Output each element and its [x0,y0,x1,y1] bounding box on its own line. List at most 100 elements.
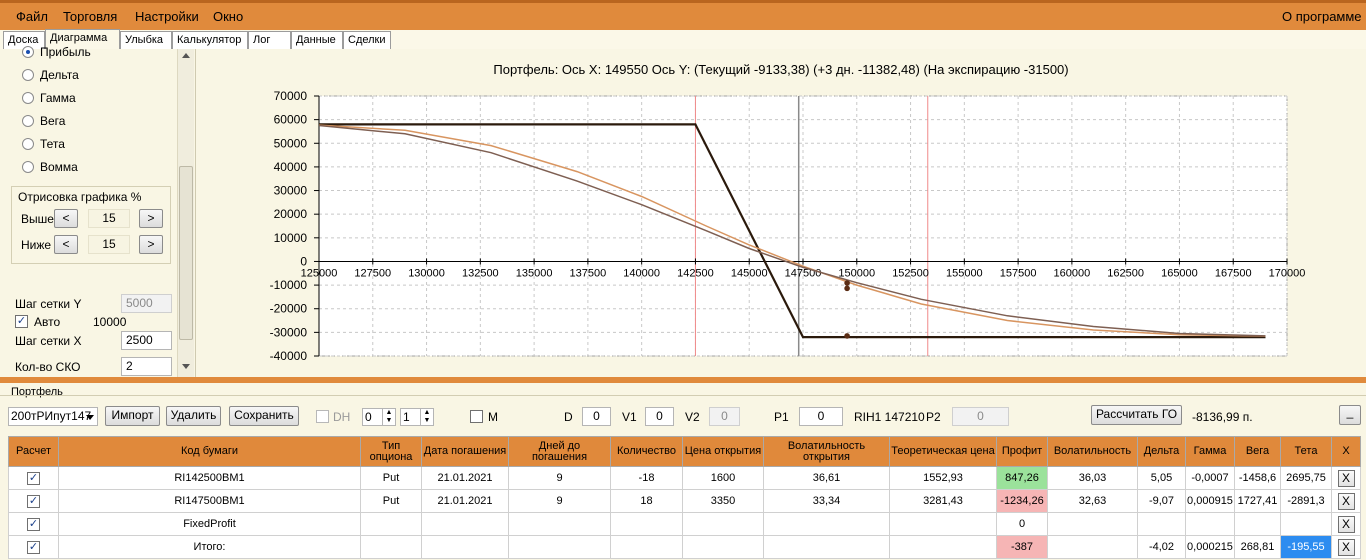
column-header[interactable]: Код бумаги [58,436,361,467]
table-cell: Put [360,466,422,490]
radio-theta[interactable]: Тета [22,137,65,153]
import-button[interactable]: Импорт [105,406,160,426]
v2-label: V2 [685,410,700,424]
radio-profit[interactable]: Прибыль [22,45,91,61]
table-row[interactable]: ✓ FixedProfit 0 X [8,512,1361,536]
table-cell [360,535,422,559]
scroll-up-icon[interactable] [182,53,190,58]
remove-cell[interactable]: X [1331,535,1361,559]
d-input[interactable]: 0 [582,407,611,426]
calc-checkbox-cell[interactable]: ✓ [8,489,59,513]
column-header[interactable]: Дельта [1137,436,1186,467]
column-header[interactable]: Профит [996,436,1048,467]
calc-checkbox[interactable]: ✓ [27,471,40,485]
p1-input[interactable]: 0 [799,407,843,426]
menu-settings[interactable]: Настройки [135,9,199,24]
remove-row-button[interactable]: X [1337,492,1355,510]
chart-title: Портфель: Ось X: 149550 Ось Y: (Текущий … [493,62,1068,77]
below-increase-button[interactable]: > [139,235,163,254]
spin-arrows-icon[interactable]: ▲ ▼ [382,409,395,425]
table-cell: RI147500BM1 [58,489,361,513]
v2-input[interactable]: 0 [709,407,740,426]
column-header[interactable]: Волатильность открытия [763,436,890,467]
remove-row-button[interactable]: X [1337,538,1355,556]
portfolio-panel: Портфель 200тРИпут147 Импорт Удалить Сох… [0,383,1366,560]
m-checkbox[interactable] [470,410,483,423]
column-header[interactable]: Количество [610,436,683,467]
grid-y-input[interactable]: 5000 [121,294,172,313]
column-header[interactable]: Тип опциона [360,436,422,467]
calc-checkbox[interactable]: ✓ [27,540,40,554]
radio-gamma[interactable]: Гамма [22,91,76,107]
column-header[interactable]: Гамма [1185,436,1235,467]
dh-checkbox[interactable] [316,410,329,423]
calc-checkbox-cell[interactable]: ✓ [8,512,59,536]
column-header[interactable]: Волатильность [1047,436,1138,467]
table-row[interactable]: ✓ RI142500BM1 Put 21.01.2021 9 -18 1600 36,61 15… [8,466,1361,490]
remove-cell[interactable]: X [1331,489,1361,513]
delete-button[interactable]: Удалить [166,406,221,426]
v1-input[interactable]: 0 [645,407,674,426]
radio-vomma[interactable]: Вомма [22,160,78,176]
below-value[interactable]: 15 [88,235,130,254]
column-header[interactable]: Расчет [8,436,59,467]
settings-scrollbar[interactable] [177,49,194,377]
table-cell: 21.01.2021 [421,466,509,490]
save-button[interactable]: Сохранить [229,406,299,426]
p2-input[interactable]: 0 [952,407,1009,426]
y-tick-label: 50000 [274,136,308,150]
below-decrease-button[interactable]: < [54,235,78,254]
calc-checkbox[interactable]: ✓ [27,494,40,508]
table-row[interactable]: ✓ RI147500BM1 Put 21.01.2021 9 18 3350 33,34 328… [8,489,1361,513]
menu-window[interactable]: Окно [213,9,243,24]
menu-file[interactable]: Файл [16,9,48,24]
calc-checkbox-cell[interactable]: ✓ [8,466,59,490]
menu-trade[interactable]: Торговля [63,9,117,24]
tab-deals[interactable]: Сделки [343,31,391,49]
tab-calculator[interactable]: Калькулятор [172,31,248,49]
column-header[interactable]: Тета [1280,436,1332,467]
radio-delta[interactable]: Дельта [22,68,79,84]
tab-log[interactable]: Лог [248,31,291,49]
sko-input[interactable]: 2 [121,357,172,376]
radio-selected-icon [22,46,34,58]
auto-checkbox[interactable]: ✓ [15,315,28,328]
above-value[interactable]: 15 [88,209,130,228]
scroll-down-icon[interactable] [182,364,190,369]
remove-row-button[interactable]: X [1337,515,1355,533]
calculate-go-button[interactable]: Рассчитать ГО [1091,405,1182,425]
tab-data[interactable]: Данные [291,31,343,49]
menu-about[interactable]: О программе [1282,9,1362,24]
tab-smile[interactable]: Улыбка [120,31,172,49]
go-value: -8136,99 п. [1192,410,1253,424]
remove-row-button[interactable]: X [1337,469,1355,487]
table-cell: 21.01.2021 [421,489,509,513]
table-cell: 2695,75 [1280,466,1332,490]
remove-cell[interactable]: X [1331,512,1361,536]
dh-spin-1[interactable]: 0 ▲ ▼ [362,408,396,426]
above-increase-button[interactable]: > [139,209,163,228]
grid-x-input[interactable]: 2500 [121,331,172,350]
column-header[interactable]: Дата погашения [421,436,509,467]
above-decrease-button[interactable]: < [54,209,78,228]
spin-arrows-icon[interactable]: ▲ ▼ [420,409,433,425]
table-cell: Итого: [58,535,361,559]
radio-vega[interactable]: Вега [22,114,65,130]
profit-chart[interactable]: Портфель: Ось X: 149550 Ось Y: (Текущий … [197,49,1366,377]
table-cell: -195,55 [1280,535,1332,559]
minimize-button[interactable]: _ [1339,405,1361,425]
x-tick-label: 167500 [1215,267,1252,279]
column-header[interactable]: X [1331,436,1361,467]
remove-cell[interactable]: X [1331,466,1361,490]
column-header[interactable]: Цена открытия [682,436,764,467]
scroll-thumb[interactable] [179,166,193,340]
dh-spin-2[interactable]: 1 ▲ ▼ [400,408,434,426]
column-header[interactable]: Теоретическая цена [889,436,997,467]
calc-checkbox[interactable]: ✓ [27,517,40,531]
column-header[interactable]: Вега [1234,436,1281,467]
table-row[interactable]: ✓ Итого: -387 -4,02 0,000215 268,81 -195,55 X [8,535,1361,559]
calc-checkbox-cell[interactable]: ✓ [8,535,59,559]
portfolio-select[interactable]: 200тРИпут147 [8,407,98,426]
p1-label: P1 [774,410,789,424]
column-header[interactable]: Дней до погашения [508,436,611,467]
